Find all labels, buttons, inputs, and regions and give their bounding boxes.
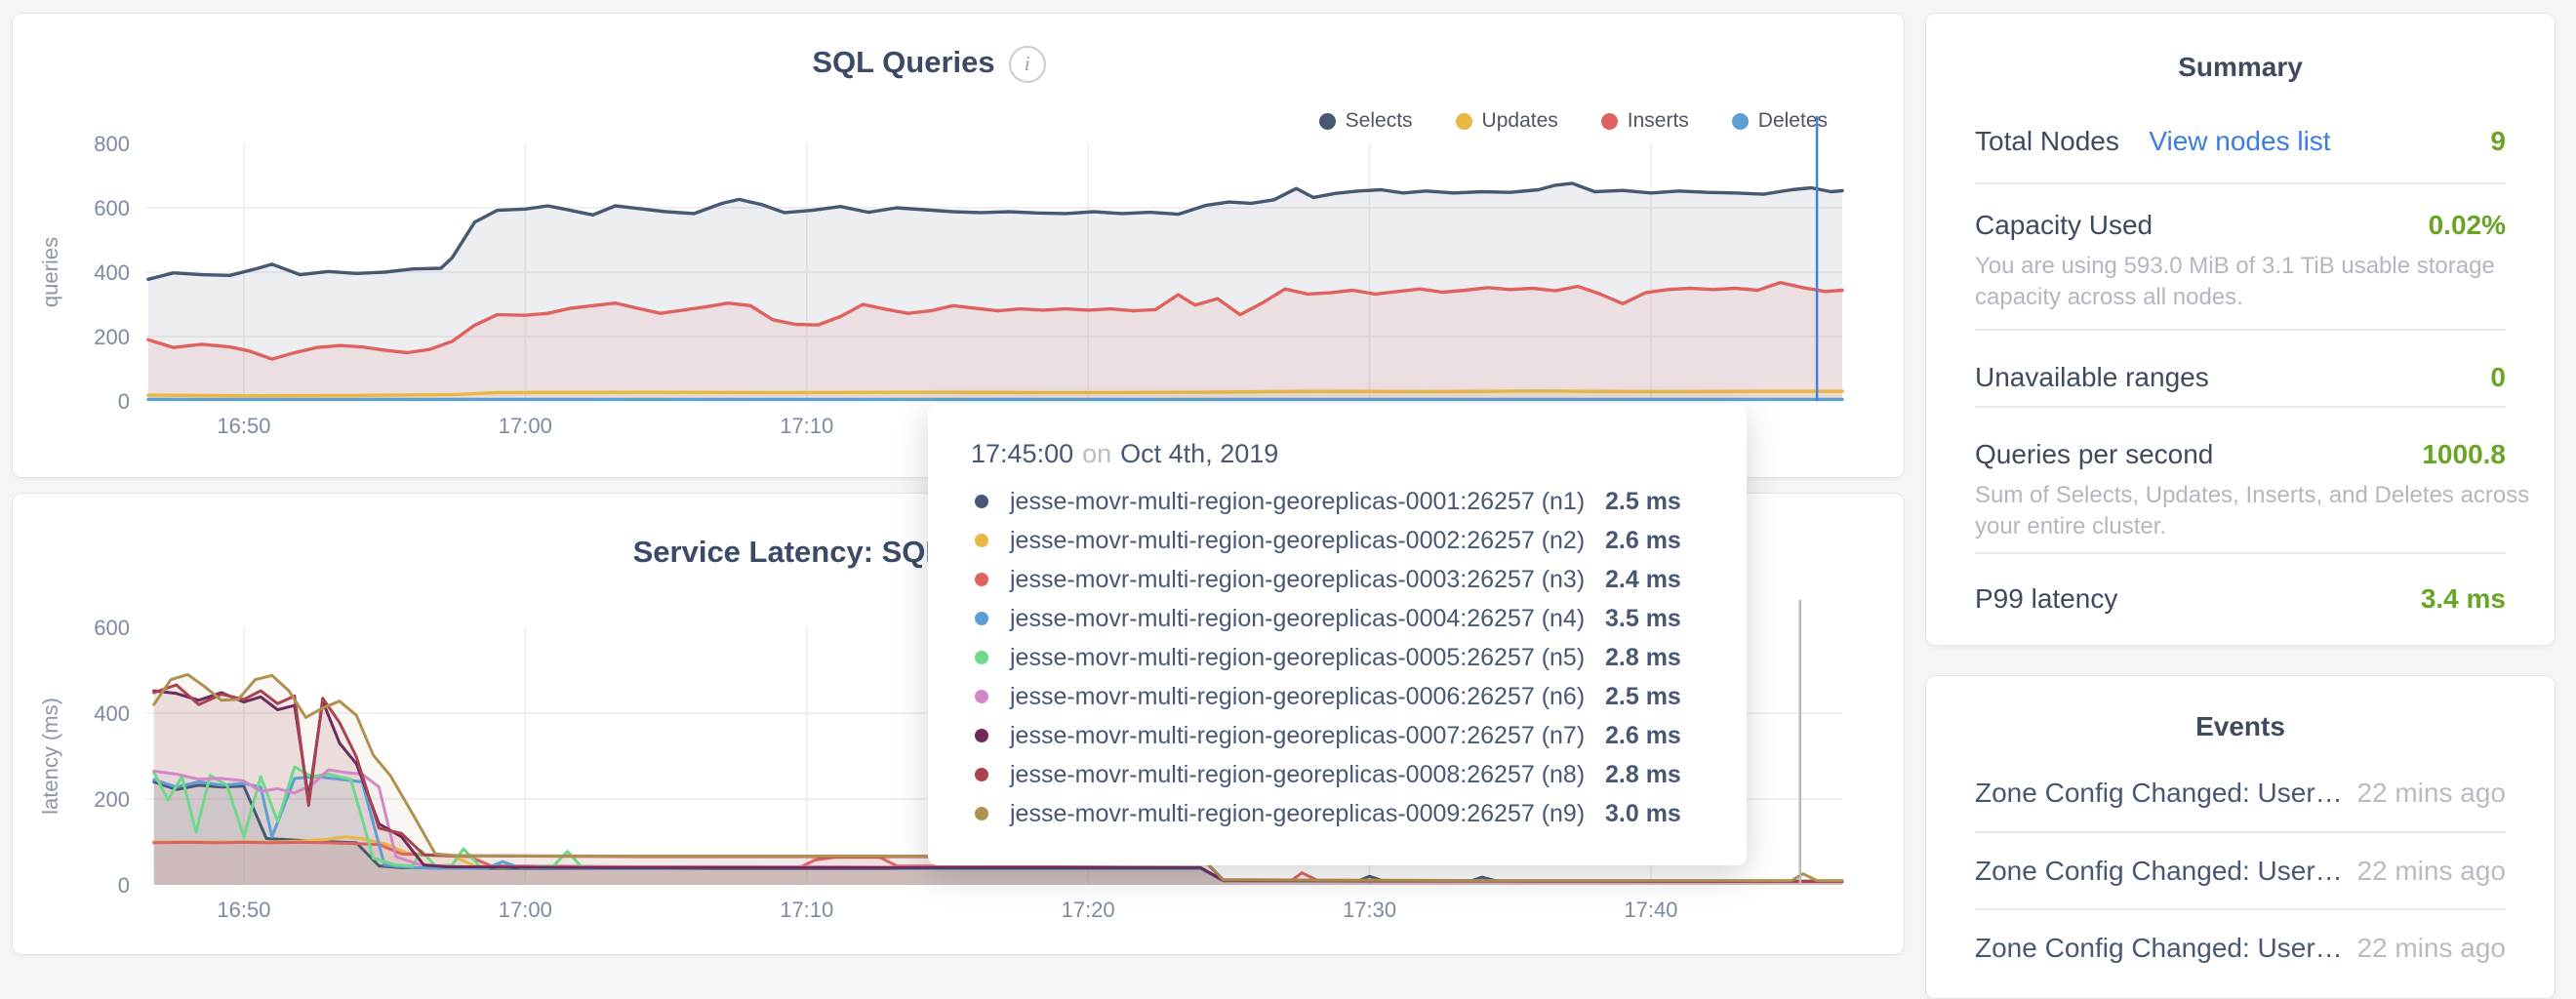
tooltip-time: 17:45:00 xyxy=(971,439,1073,468)
node-color-dot-icon xyxy=(975,729,988,742)
event-divider xyxy=(1975,831,2506,833)
queries-per-second-value: 1000.8 xyxy=(2422,439,2506,470)
tooltip-row: jesse-movr-multi-region-georeplicas-0005… xyxy=(928,638,1747,677)
event-row[interactable]: Zone Config Changed: User… 22 mins ago xyxy=(1975,778,2506,809)
tooltip-on-word: on xyxy=(1082,439,1111,468)
tooltip-row: jesse-movr-multi-region-georeplicas-0003… xyxy=(928,560,1747,599)
node-latency-value: 2.4 ms xyxy=(1605,566,1681,594)
x-tick-label: 17:00 xyxy=(499,414,552,438)
tooltip-row: jesse-movr-multi-region-georeplicas-0007… xyxy=(928,716,1747,755)
node-latency-value: 3.5 ms xyxy=(1605,605,1681,633)
y-tick-label: 400 xyxy=(94,701,130,726)
tooltip-row: jesse-movr-multi-region-georeplicas-0002… xyxy=(928,521,1747,560)
node-name: jesse-movr-multi-region-georeplicas-0009… xyxy=(1010,800,1605,828)
node-latency-value: 2.8 ms xyxy=(1605,761,1681,789)
tooltip-row: jesse-movr-multi-region-georeplicas-0004… xyxy=(928,599,1747,638)
x-tick-label: 16:50 xyxy=(217,898,270,922)
event-row[interactable]: Zone Config Changed: User… 22 mins ago xyxy=(1975,933,2506,964)
summary-row-total-nodes: Total Nodes View nodes list 9 xyxy=(1975,126,2506,157)
y-tick-label: 400 xyxy=(94,260,130,285)
summary-row-capacity: Capacity Used 0.02% You are using 593.0 … xyxy=(1975,182,2506,313)
events-heading: Events xyxy=(1926,711,2555,742)
node-color-dot-icon xyxy=(975,690,988,703)
node-latency-value: 2.6 ms xyxy=(1605,527,1681,555)
summary-row-qps: Queries per second 1000.8 Sum of Selects… xyxy=(1975,406,2506,542)
tooltip-row: jesse-movr-multi-region-georeplicas-0009… xyxy=(928,794,1747,833)
tooltip-rows: jesse-movr-multi-region-georeplicas-0001… xyxy=(928,482,1747,833)
tooltip-timestamp: 17:45:00 on Oct 4th, 2019 xyxy=(971,439,1278,469)
event-time: 22 mins ago xyxy=(2356,778,2506,809)
node-latency-value: 2.5 ms xyxy=(1605,683,1681,711)
node-color-dot-icon xyxy=(975,807,988,820)
view-nodes-list-link[interactable]: View nodes list xyxy=(2149,126,2330,156)
y-tick-label: 0 xyxy=(118,389,130,414)
node-name: jesse-movr-multi-region-georeplicas-0002… xyxy=(1010,527,1605,555)
event-label: Zone Config Changed: User… xyxy=(1975,778,2343,809)
node-latency-value: 3.0 ms xyxy=(1605,800,1681,828)
x-tick-label: 17:40 xyxy=(1624,898,1677,922)
node-name: jesse-movr-multi-region-georeplicas-0007… xyxy=(1010,722,1605,750)
node-color-dot-icon xyxy=(975,768,988,781)
summary-heading: Summary xyxy=(1926,52,2555,83)
x-tick-label: 17:20 xyxy=(1062,898,1115,922)
node-latency-value: 2.8 ms xyxy=(1605,644,1681,672)
unavailable-ranges-value: 0 xyxy=(2490,362,2506,393)
event-time: 22 mins ago xyxy=(2356,933,2506,964)
node-latency-value: 2.5 ms xyxy=(1605,488,1681,516)
node-color-dot-icon xyxy=(975,612,988,625)
event-row[interactable]: Zone Config Changed: User… 22 mins ago xyxy=(1975,856,2506,887)
summary-row-p99: P99 latency 3.4 ms xyxy=(1975,552,2506,615)
node-latency-value: 2.6 ms xyxy=(1605,722,1681,750)
node-name: jesse-movr-multi-region-georeplicas-0005… xyxy=(1010,644,1605,672)
node-color-dot-icon xyxy=(975,534,988,547)
y-tick-label: 0 xyxy=(118,873,130,898)
y-tick-label: 600 xyxy=(94,616,130,640)
event-divider xyxy=(1975,908,2506,910)
y-tick-label: 200 xyxy=(94,787,130,812)
y-tick-label: 200 xyxy=(94,325,130,349)
node-name: jesse-movr-multi-region-georeplicas-0004… xyxy=(1010,605,1605,633)
tooltip-row: jesse-movr-multi-region-georeplicas-0006… xyxy=(928,677,1747,716)
capacity-used-label: Capacity Used xyxy=(1975,210,2153,241)
tooltip-date: Oct 4th, 2019 xyxy=(1120,439,1278,468)
node-name: jesse-movr-multi-region-georeplicas-0003… xyxy=(1010,566,1605,594)
tooltip-row: jesse-movr-multi-region-georeplicas-0008… xyxy=(928,755,1747,794)
tooltip-row: jesse-movr-multi-region-georeplicas-0001… xyxy=(928,482,1747,521)
node-name: jesse-movr-multi-region-georeplicas-0008… xyxy=(1010,761,1605,789)
events-card: Events Zone Config Changed: User… 22 mins… xyxy=(1925,675,2556,999)
x-tick-label: 17:00 xyxy=(499,898,552,922)
summary-card: Summary Total Nodes View nodes list 9 Ca… xyxy=(1925,13,2556,646)
node-color-dot-icon xyxy=(975,495,988,508)
p99-latency-value: 3.4 ms xyxy=(2421,583,2506,615)
event-label: Zone Config Changed: User… xyxy=(1975,933,2343,964)
unavailable-ranges-label: Unavailable ranges xyxy=(1975,362,2209,393)
queries-per-second-label: Queries per second xyxy=(1975,439,2213,470)
capacity-used-value: 0.02% xyxy=(2429,210,2506,241)
y-tick-label: 600 xyxy=(94,196,130,220)
node-name: jesse-movr-multi-region-georeplicas-0001… xyxy=(1010,488,1605,516)
node-color-dot-icon xyxy=(975,573,988,586)
total-nodes-value: 9 xyxy=(2490,126,2506,157)
x-tick-label: 17:10 xyxy=(780,898,833,922)
chart-hover-tooltip: 17:45:00 on Oct 4th, 2019 jesse-movr-multi… xyxy=(928,404,1747,865)
capacity-used-description: You are using 593.0 MiB of 3.1 TiB usabl… xyxy=(1975,251,2543,313)
x-tick-label: 16:50 xyxy=(217,414,270,438)
summary-row-unavailable-ranges: Unavailable ranges 0 xyxy=(1975,329,2506,393)
queries-per-second-description: Sum of Selects, Updates, Inserts, and De… xyxy=(1975,480,2543,542)
x-tick-label: 17:30 xyxy=(1343,898,1396,922)
total-nodes-label: Total Nodes xyxy=(1975,126,2119,156)
p99-latency-label: P99 latency xyxy=(1975,583,2117,615)
x-tick-label: 17:10 xyxy=(780,414,833,438)
y-axis-unit-label: latency (ms) xyxy=(38,698,62,815)
y-axis-unit-label: queries xyxy=(38,237,62,307)
event-time: 22 mins ago xyxy=(2356,856,2506,887)
y-tick-label: 800 xyxy=(94,132,130,156)
event-label: Zone Config Changed: User… xyxy=(1975,856,2343,887)
node-color-dot-icon xyxy=(975,651,988,664)
node-name: jesse-movr-multi-region-georeplicas-0006… xyxy=(1010,683,1605,711)
